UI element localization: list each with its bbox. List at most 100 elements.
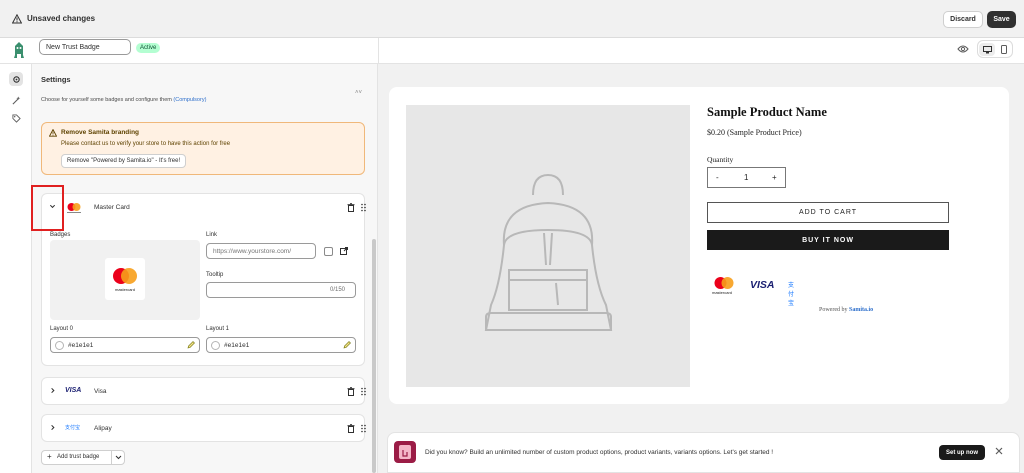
badges-label: Badges <box>50 232 71 238</box>
promo-tip-bar: Did you know? Build an unlimited number … <box>387 432 1020 473</box>
desktop-view-button[interactable] <box>979 43 995 56</box>
badge-caption: mastercard <box>114 287 135 292</box>
mobile-view-button[interactable] <box>996 43 1012 56</box>
badge-card-mastercard: Master Card Badges mastercard Link Toolt… <box>41 193 366 366</box>
layout0-color-field[interactable]: #e1e1e1 <box>50 337 200 353</box>
external-link-icon[interactable] <box>340 247 348 255</box>
settings-panel: Settings Choose for yourself some badges… <box>32 64 378 473</box>
visa-logo-icon: VISA <box>65 387 82 394</box>
trash-icon[interactable] <box>347 424 355 433</box>
pencil-icon[interactable] <box>343 341 351 349</box>
badge-name-label: Master Card <box>94 204 130 211</box>
rail-design-button[interactable] <box>9 93 23 107</box>
badge-tile[interactable]: mastercard <box>105 258 145 300</box>
unsaved-changes-title: Unsaved changes <box>27 14 96 23</box>
badge-name-input[interactable] <box>39 39 131 55</box>
badge-card-header[interactable]: 支付宝 Alipay <box>42 415 366 441</box>
branding-notice: Remove Samita branding Please contact us… <box>41 122 365 175</box>
gear-icon <box>12 75 20 83</box>
layout1-hex: #e1e1e1 <box>224 342 250 349</box>
highlight-annotation <box>31 185 64 231</box>
warning-icon <box>49 129 57 137</box>
discard-button[interactable]: Discard <box>943 11 983 28</box>
tag-icon <box>11 113 21 123</box>
product-preview: Sample Product Name $0.20 (Sample Produc… <box>389 87 1009 404</box>
settings-subtitle: Choose for yourself some badges and conf… <box>41 97 206 103</box>
add-trust-badge-label: Add trust badge <box>57 454 100 460</box>
layout1-label: Layout 1 <box>206 326 230 332</box>
eye-icon[interactable] <box>957 44 969 54</box>
settings-header: Settings <box>32 64 377 94</box>
drag-handle-icon[interactable] <box>361 424 366 433</box>
warning-icon <box>12 14 22 24</box>
hand-pointer-icon <box>399 445 411 459</box>
top-bar: Unsaved changes Discard Save <box>0 0 1024 38</box>
qty-minus-button[interactable]: - <box>716 173 719 182</box>
quantity-label: Quantity <box>707 155 734 164</box>
product-price: $0.20 (Sample Product Price) <box>707 128 802 137</box>
close-icon[interactable] <box>995 447 1003 455</box>
badge-preview-area: mastercard <box>50 240 200 320</box>
promo-avatar <box>394 441 416 463</box>
buy-now-button[interactable]: BUY IT NOW <box>707 230 949 250</box>
compulsory-link[interactable]: (Compulsory) <box>173 97 206 103</box>
alipay-badge-icon: 支付宝 <box>788 283 795 307</box>
status-badge: Active <box>136 43 161 53</box>
layout0-hex: #e1e1e1 <box>68 342 94 349</box>
subtitle-text: Choose for yourself some badges and conf… <box>41 97 172 103</box>
save-button[interactable]: Save <box>987 11 1016 28</box>
color-swatch[interactable] <box>55 341 64 350</box>
add-to-cart-button[interactable]: ADD TO CART <box>707 202 949 223</box>
chevron-down-icon[interactable] <box>115 455 122 460</box>
link-label: Link <box>206 232 218 238</box>
badge-name-label: Visa <box>94 388 107 395</box>
powered-brand-link[interactable]: Samita.io <box>849 307 873 313</box>
badge-card-header[interactable]: VISA Visa <box>42 378 366 404</box>
set-up-now-button[interactable]: Set up now <box>939 445 985 460</box>
quantity-stepper: - 1 + <box>707 167 786 188</box>
promo-text: Did you know? Build an unlimited number … <box>425 449 774 456</box>
powered-by-text: Powered by Samita.io <box>819 307 873 313</box>
rail-settings-button[interactable] <box>9 72 23 86</box>
header-divider <box>378 38 379 64</box>
layout0-label: Layout 0 <box>50 326 74 332</box>
layout1-color-field[interactable]: #e1e1e1 <box>206 337 356 353</box>
tooltip-label: Tooltip <box>206 272 224 278</box>
alipay-logo-icon: 支付宝 <box>65 425 81 431</box>
mobile-icon <box>1001 45 1007 54</box>
scroll-indicator: ˄˅ <box>355 90 363 96</box>
color-swatch[interactable] <box>211 341 220 350</box>
badge-card-header[interactable]: Master Card <box>42 194 366 220</box>
device-toggle <box>977 40 1013 58</box>
badge-name-label: Alipay <box>94 425 112 432</box>
product-name: Sample Product Name <box>707 105 827 119</box>
chevron-right-icon[interactable] <box>49 424 56 431</box>
rail-tag-button[interactable] <box>9 111 23 125</box>
mastercard-logo-icon <box>113 268 137 284</box>
qty-value[interactable]: 1 <box>744 173 748 182</box>
mastercard-badge-caption: mastercard <box>712 290 733 295</box>
button-separator <box>111 451 112 464</box>
qty-plus-button[interactable]: + <box>772 173 777 182</box>
settings-title: Settings <box>41 75 71 84</box>
powered-prefix: Powered by <box>819 307 848 313</box>
product-image <box>406 105 690 387</box>
drag-handle-icon[interactable] <box>361 387 366 396</box>
pencil-icon[interactable] <box>187 341 195 349</box>
panel-scrollbar[interactable] <box>372 239 376 473</box>
link-input[interactable] <box>206 243 316 259</box>
new-tab-checkbox[interactable] <box>324 247 333 256</box>
editor-header: Active <box>0 38 1024 64</box>
badge-card-alipay: 支付宝 Alipay <box>41 414 366 442</box>
trash-icon[interactable] <box>347 203 355 212</box>
trash-icon[interactable] <box>347 387 355 396</box>
drag-handle-icon[interactable] <box>361 203 366 212</box>
notice-message: Please contact us to verify your store t… <box>61 141 231 147</box>
add-trust-badge-button[interactable]: + Add trust badge <box>41 450 125 465</box>
left-rail <box>0 64 32 473</box>
tooltip-counter: 0/150 <box>330 287 346 293</box>
badge-card-visa: VISA Visa <box>41 377 366 405</box>
app-logo-icon <box>14 42 24 58</box>
remove-branding-button[interactable]: Remove "Powered by Samita.io" - It's fre… <box>61 154 187 168</box>
chevron-right-icon[interactable] <box>49 387 56 394</box>
